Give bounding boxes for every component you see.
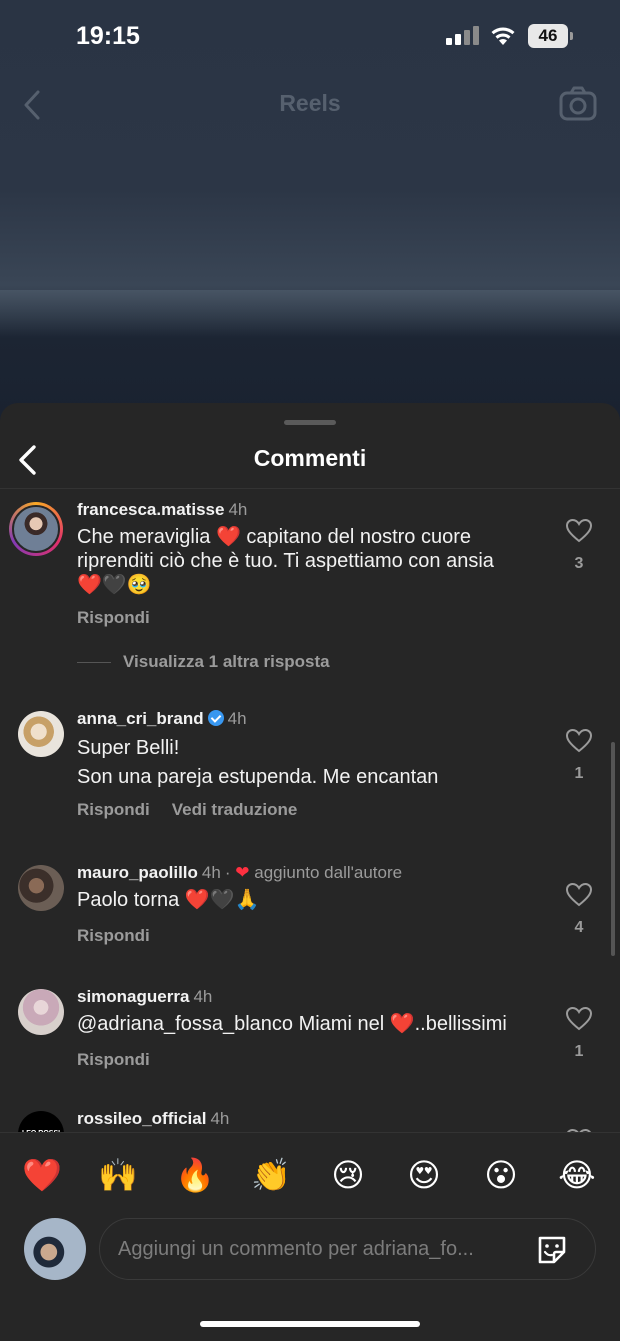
- emoji-heart-eyes-button[interactable]: 😍: [404, 1155, 444, 1195]
- comment-text-line: Che meraviglia ❤️ capitano del nostro cu…: [77, 526, 471, 548]
- like-count: 1: [574, 765, 584, 782]
- reels-title: Reels: [279, 90, 341, 116]
- emoji-surprised-button[interactable]: 😮: [481, 1155, 521, 1195]
- translate-button[interactable]: Vedi traduzione: [172, 800, 298, 819]
- comment-username[interactable]: francesca.matisse: [77, 500, 224, 519]
- comment-time: 4h: [193, 987, 213, 1006]
- view-replies-button[interactable]: Visualizza 1 altra risposta: [77, 652, 330, 672]
- comment-actions: Rispondi Vedi traduzione: [77, 800, 297, 820]
- signal-icon: [446, 26, 479, 45]
- sticker-icon[interactable]: [534, 1232, 570, 1268]
- like-count: 1: [574, 1043, 584, 1060]
- reels-header: Reels: [0, 80, 620, 130]
- avatar: [24, 1218, 86, 1280]
- status-time: 19:15: [76, 22, 140, 50]
- comment-text-line: Son una pareja estupenda. Me encantan: [77, 766, 439, 788]
- avatar[interactable]: [18, 711, 64, 757]
- comment-actions: Rispondi: [77, 608, 150, 628]
- comment-time: 4h: [228, 500, 248, 519]
- heart-outline-icon[interactable]: [565, 882, 593, 908]
- sheet-drag-handle[interactable]: [284, 420, 336, 425]
- reply-button[interactable]: Rispondi: [77, 608, 150, 627]
- scrollbar[interactable]: [611, 742, 615, 956]
- comment-text: @adriana_fossa_blanco Miami nel ❤️..bell…: [77, 1012, 557, 1036]
- comment-input[interactable]: [118, 1219, 528, 1279]
- comment-text-line: Paolo torna ❤️🖤🙏: [77, 889, 260, 911]
- sheet-header: Commenti: [0, 433, 620, 489]
- avatar[interactable]: [18, 865, 64, 911]
- heart-outline-icon[interactable]: [565, 728, 593, 754]
- comment-header: mauro_paolillo 4h · ❤ aggiunto dall'autore: [77, 863, 402, 883]
- avatar[interactable]: [9, 502, 63, 556]
- comment-username[interactable]: simonaguerra: [77, 987, 189, 1006]
- home-indicator[interactable]: [200, 1321, 420, 1327]
- author-liked-note: aggiunto dall'autore: [254, 863, 403, 882]
- comment-header: anna_cri_brand 4h: [77, 709, 247, 729]
- comment-text-line: Super Belli!: [77, 737, 180, 759]
- comment-input-wrapper: [99, 1218, 596, 1280]
- comment-text-line: ❤️🖤🥹: [77, 574, 152, 596]
- comments-list[interactable]: francesca.matisse 4h Che meraviglia ❤️ ca…: [0, 490, 620, 1132]
- comment-username[interactable]: rossileo_official: [77, 1109, 206, 1128]
- comment-composer: [0, 1216, 620, 1296]
- status-bar: 19:15 46: [0, 0, 620, 70]
- wifi-icon: [491, 27, 515, 45]
- comment-text-line: @adriana_fossa_blanco Miami nel ❤️..bell…: [77, 1013, 507, 1035]
- comments-sheet: Commenti francesca.matisse 4h Che meravig…: [0, 403, 620, 1341]
- quick-emoji-bar: ❤️ 🙌 🔥 👏 😢 😍 😮 😂: [0, 1132, 620, 1216]
- comment-username[interactable]: anna_cri_brand: [77, 709, 204, 728]
- comment-actions: Rispondi: [77, 926, 150, 946]
- comment-actions: Rispondi: [77, 1050, 150, 1070]
- emoji-laughing-button[interactable]: 😂: [557, 1155, 597, 1195]
- like-count: 4: [574, 919, 584, 936]
- comment-header: simonaguerra 4h: [77, 987, 212, 1007]
- emoji-raised-hands-button[interactable]: 🙌: [98, 1155, 138, 1195]
- comment-time: 4h: [210, 1109, 230, 1128]
- battery-icon: 46: [528, 24, 573, 48]
- sheet-title: Commenti: [253, 445, 367, 471]
- emoji-crying-button[interactable]: 😢: [328, 1155, 368, 1195]
- comment-header: francesca.matisse 4h: [77, 500, 247, 520]
- avatar[interactable]: [18, 989, 64, 1035]
- reply-button[interactable]: Rispondi: [77, 1050, 150, 1069]
- sea-horizon: [0, 290, 620, 338]
- emoji-clap-button[interactable]: 👏: [251, 1155, 291, 1195]
- heart-outline-icon[interactable]: [565, 1006, 593, 1032]
- heart-filled-icon: ❤: [235, 863, 250, 882]
- comment-text: Paolo torna ❤️🖤🙏: [77, 888, 547, 912]
- avatar[interactable]: LEO ROSSI: [18, 1111, 64, 1132]
- comment-header: rossileo_official 4h: [77, 1109, 229, 1129]
- separator-dot: ·: [224, 863, 231, 882]
- emoji-heart-button[interactable]: ❤️: [22, 1155, 62, 1195]
- reply-button[interactable]: Rispondi: [77, 926, 150, 945]
- comment-username[interactable]: mauro_paolillo: [77, 863, 198, 882]
- comment-time: 4h: [201, 863, 221, 882]
- reply-button[interactable]: Rispondi: [77, 800, 150, 819]
- heart-outline-icon[interactable]: [565, 518, 593, 544]
- emoji-fire-button[interactable]: 🔥: [175, 1155, 215, 1195]
- comment-time: 4h: [227, 709, 247, 728]
- comment-text-line: riprenditi ciò che è tuo. Ti aspettiamo …: [77, 550, 494, 572]
- comment-text: Super Belli! Son una pareja estupenda. M…: [77, 734, 547, 792]
- comment-text: Che meraviglia ❤️ capitano del nostro cu…: [77, 525, 547, 597]
- camera-icon[interactable]: [558, 84, 598, 124]
- like-count: 3: [574, 555, 584, 572]
- verified-badge-icon: [207, 710, 224, 726]
